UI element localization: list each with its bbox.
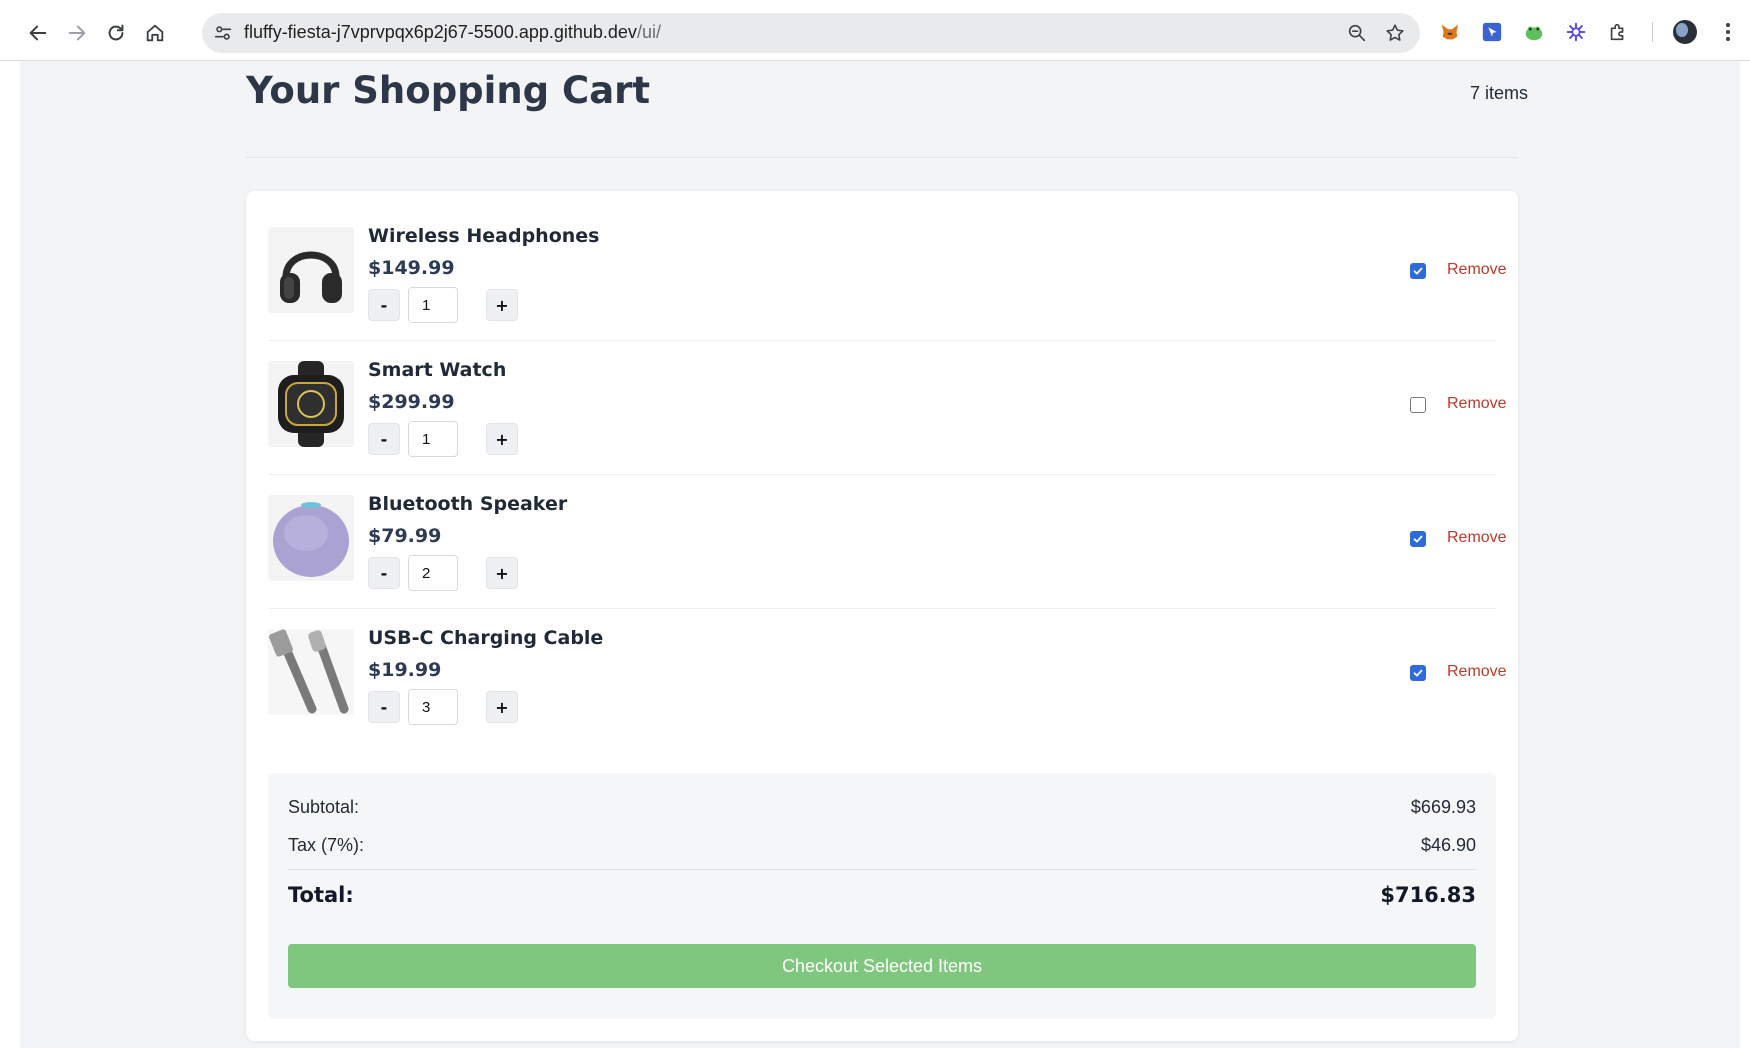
decrement-button[interactable]: - [368, 557, 400, 589]
headphones-image [268, 227, 354, 313]
item-name: Wireless Headphones [368, 225, 600, 247]
remove-button[interactable]: Remove [1447, 395, 1507, 413]
cart-item: Wireless Headphones $149.99 - 1 + Remove [268, 206, 1507, 341]
cart-item: USB-C Charging Cable $19.99 - 3 + Remove [268, 608, 1507, 742]
browser-toolbar: fluffy-fiesta-j7vprvpqx6p2j67-5500.app.g… [0, 0, 1750, 61]
cart-item: Bluetooth Speaker $79.99 - 2 + Remove [268, 474, 1507, 609]
url-host: fluffy-fiesta-j7vprvpqx6p2j67-5500.app.g… [244, 22, 637, 42]
item-name: Smart Watch [368, 359, 507, 381]
summary-divider [288, 869, 1476, 870]
quantity-input[interactable]: 1 [408, 421, 458, 457]
url-text[interactable]: fluffy-fiesta-j7vprvpqx6p2j67-5500.app.g… [244, 22, 661, 43]
home-icon[interactable] [138, 16, 172, 50]
increment-button[interactable]: + [486, 557, 518, 589]
toolbar-divider [1652, 22, 1653, 42]
decrement-button[interactable]: - [368, 289, 400, 321]
speaker-image [268, 495, 354, 581]
increment-button[interactable]: + [486, 423, 518, 455]
decrement-button[interactable]: - [368, 691, 400, 723]
item-price: $149.99 [368, 257, 455, 279]
reload-icon[interactable] [99, 16, 133, 50]
quantity-input[interactable]: 1 [408, 287, 458, 323]
remove-button[interactable]: Remove [1447, 529, 1507, 547]
cart-item: Smart Watch $299.99 - 1 + Remove [268, 340, 1507, 475]
puzzle-icon[interactable] [1606, 20, 1630, 44]
quantity-input[interactable]: 2 [408, 555, 458, 591]
tax-label: Tax (7%): [288, 835, 365, 855]
frog-extension-icon[interactable] [1522, 20, 1546, 44]
item-price: $19.99 [368, 659, 442, 681]
total-label: Total: [288, 883, 354, 907]
smartwatch-image [268, 361, 354, 447]
kebab-menu-icon[interactable] [1716, 20, 1740, 44]
item-price: $79.99 [368, 525, 442, 547]
url-path: /ui/ [636, 22, 661, 42]
increment-button[interactable]: + [486, 289, 518, 321]
quantity-input[interactable]: 3 [408, 689, 458, 725]
select-checkbox[interactable] [1410, 263, 1426, 279]
item-name: Bluetooth Speaker [368, 493, 568, 515]
forward-arrow-icon[interactable] [60, 16, 94, 50]
usb-cable-image [268, 629, 354, 715]
total-value: $716.83 [1380, 883, 1476, 907]
cart-card: Wireless Headphones $149.99 - 1 + Remove [246, 191, 1518, 1041]
subtotal-label: Subtotal: [288, 797, 360, 817]
avatar[interactable] [1673, 20, 1697, 44]
tune-icon[interactable] [212, 22, 234, 44]
decrement-button[interactable]: - [368, 423, 400, 455]
tax-value: $46.90 [1420, 835, 1476, 855]
page-viewport: Your Shopping Cart 7 items Wireless Head… [20, 61, 1740, 1048]
address-bar[interactable]: fluffy-fiesta-j7vprvpqx6p2j67-5500.app.g… [202, 13, 1420, 53]
item-price: $299.99 [368, 391, 455, 413]
star-icon[interactable] [1384, 22, 1406, 44]
checkout-button[interactable]: Checkout Selected Items [288, 944, 1476, 988]
item-name: USB-C Charging Cable [368, 627, 604, 649]
remove-button[interactable]: Remove [1447, 261, 1507, 279]
items-count: 7 items [1469, 83, 1528, 103]
remove-button[interactable]: Remove [1447, 663, 1507, 681]
header-divider [246, 157, 1518, 158]
page-title: Your Shopping Cart [246, 69, 651, 112]
metamask-fox-icon[interactable] [1438, 20, 1462, 44]
back-arrow-icon[interactable] [21, 16, 55, 50]
select-checkbox[interactable] [1410, 531, 1426, 547]
purple-gear-icon[interactable] [1564, 20, 1588, 44]
cursor-extension-icon[interactable] [1480, 20, 1504, 44]
subtotal-value: $669.93 [1410, 797, 1476, 817]
zoom-icon[interactable] [1346, 22, 1368, 44]
order-summary: Subtotal: $669.93 Tax (7%): $46.90 Total… [268, 773, 1496, 1019]
select-checkbox[interactable] [1410, 397, 1426, 413]
increment-button[interactable]: + [486, 691, 518, 723]
select-checkbox[interactable] [1410, 665, 1426, 681]
